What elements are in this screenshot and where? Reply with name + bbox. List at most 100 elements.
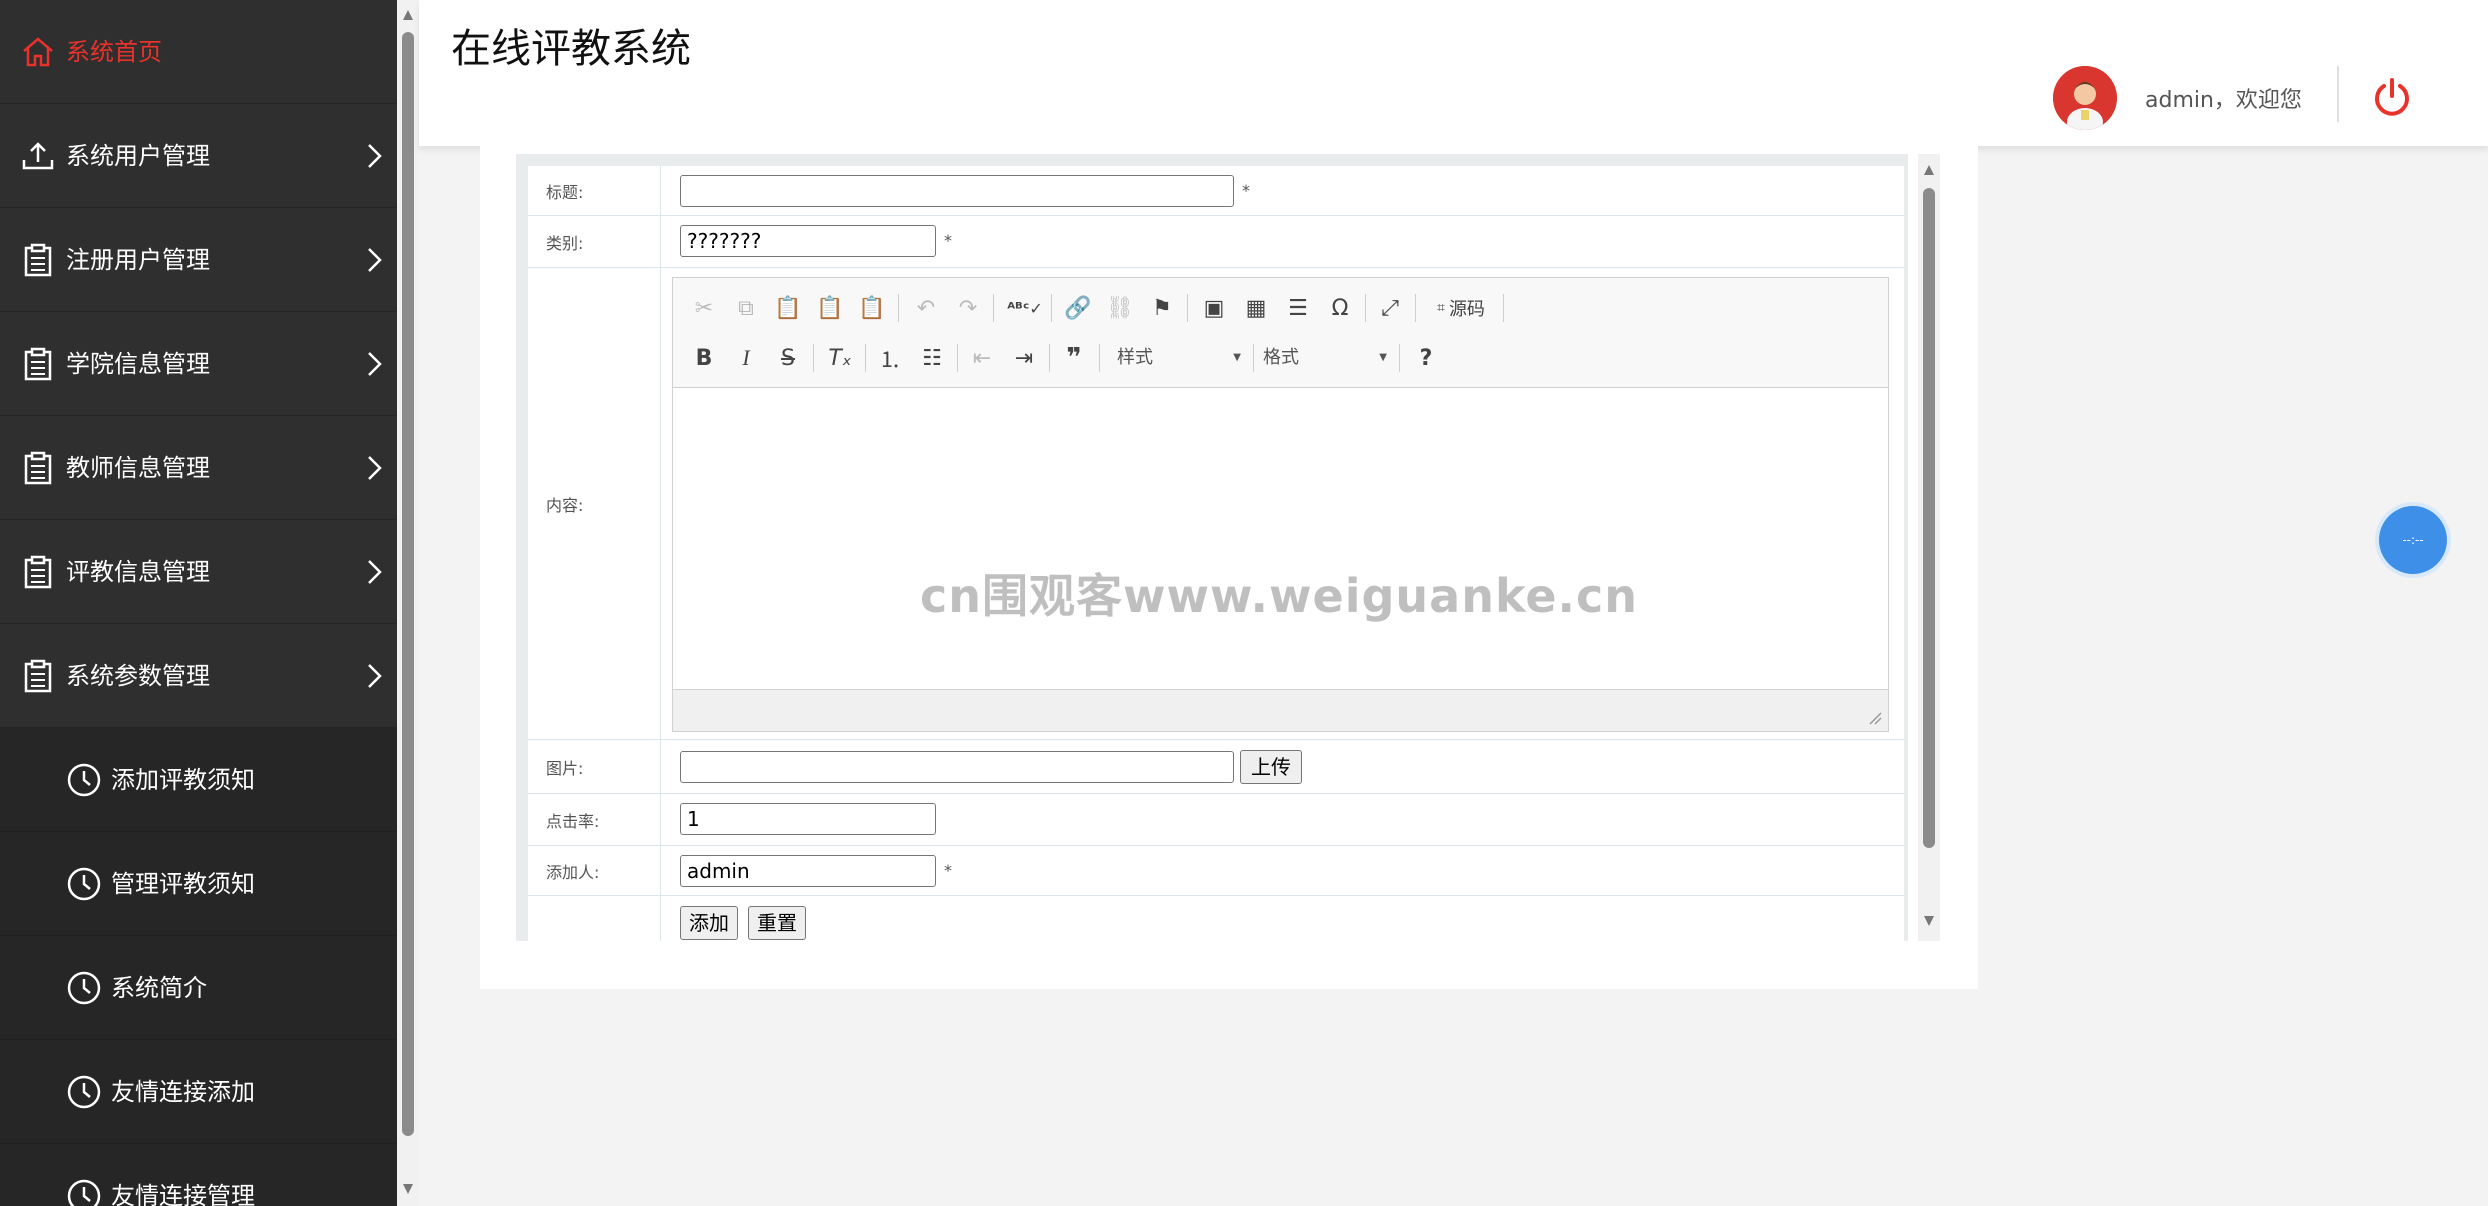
category-select[interactable]: ??????? xyxy=(680,225,936,257)
scroll-up-arrow[interactable] xyxy=(1924,165,1934,175)
table-icon[interactable]: ▦ xyxy=(1239,291,1273,325)
sidebar-item-college-info[interactable]: 学院信息管理 xyxy=(0,312,397,416)
toolbar-separator xyxy=(813,344,814,372)
chevron-down-icon: ▼ xyxy=(1379,352,1387,363)
remove-format-icon[interactable]: Tₓ xyxy=(823,341,857,375)
toolbar-separator xyxy=(1187,294,1188,322)
sidebar-item-teacher-info[interactable]: 教师信息管理 xyxy=(0,416,397,520)
scrollbar-thumb[interactable] xyxy=(402,32,414,1136)
sidebar-item-label: 友情连接管理 xyxy=(111,1182,255,1206)
sidebar-item-label: 系统简介 xyxy=(111,974,207,1002)
adder-input[interactable]: admin xyxy=(680,855,936,887)
image-path-input[interactable] xyxy=(680,751,1234,783)
clock-icon xyxy=(67,971,101,1005)
editor-body[interactable] xyxy=(673,389,1888,689)
anchor-flag-icon[interactable]: ⚑ xyxy=(1145,291,1179,325)
help-icon[interactable]: ? xyxy=(1409,341,1443,375)
toolbar-separator xyxy=(1365,294,1366,322)
sidebar-subitem-manage-notice[interactable]: 管理评教须知 xyxy=(0,832,397,936)
home-icon xyxy=(23,37,53,67)
sidebar-item-label: 添加评教须知 xyxy=(111,766,255,794)
title-label: 标题: xyxy=(528,166,661,215)
horizontal-rule-icon[interactable]: ☰ xyxy=(1281,291,1315,325)
sidebar: 系统首页 系统用户管理 注册用户管理 学院信息管理 教师信息管理 评教信息管理 … xyxy=(0,0,397,1206)
cut-icon[interactable]: ✂ xyxy=(687,291,721,325)
chevron-right-icon xyxy=(368,560,382,584)
sidebar-item-registered-users[interactable]: 注册用户管理 xyxy=(0,208,397,312)
row-title: 标题: * xyxy=(528,166,1904,216)
scroll-down-arrow[interactable] xyxy=(1924,916,1934,926)
upload-icon xyxy=(22,142,54,170)
clock-icon xyxy=(67,763,101,797)
numbered-list-icon[interactable]: ⒈ xyxy=(873,341,907,375)
outdent-icon[interactable]: ⇤ xyxy=(965,341,999,375)
strikethrough-icon[interactable]: S xyxy=(771,341,805,375)
italic-icon[interactable]: I xyxy=(729,341,763,375)
indent-icon[interactable]: ⇥ xyxy=(1007,341,1041,375)
editor-toolbar: ✂ ⧉ 📋 📋 📋 ↶ ↷ ᴬᴮᶜ✓ 🔗 ⛓ ⚑ ▣ ▦ ☰ Ω ⤢ ⌗ 源码 … xyxy=(673,278,1888,388)
avatar[interactable] xyxy=(2053,66,2117,130)
sidebar-item-label: 友情连接添加 xyxy=(111,1078,255,1106)
undo-icon[interactable]: ↶ xyxy=(909,291,943,325)
unlink-icon[interactable]: ⛓ xyxy=(1103,291,1137,325)
sidebar-item-system-users[interactable]: 系统用户管理 xyxy=(0,104,397,208)
form-scrollbar[interactable] xyxy=(1918,154,1940,941)
required-mark: * xyxy=(1242,181,1250,200)
floating-widget[interactable]: --:-- xyxy=(2379,506,2447,574)
upload-button[interactable]: 上传 xyxy=(1240,750,1302,784)
style-combo[interactable]: 样式 ▼ xyxy=(1117,341,1249,375)
avatar-image xyxy=(2053,66,2117,130)
category-label: 类别: xyxy=(528,216,661,267)
toolbar-separator xyxy=(993,294,994,322)
power-icon[interactable] xyxy=(2371,76,2413,118)
content-label: 内容: xyxy=(528,268,661,739)
clipboard-icon xyxy=(24,243,52,277)
link-icon[interactable]: 🔗 xyxy=(1061,291,1095,325)
paste-word-icon[interactable]: 📋 xyxy=(855,291,889,325)
sidebar-item-system-params[interactable]: 系统参数管理 xyxy=(0,624,397,728)
sidebar-item-label: 学院信息管理 xyxy=(66,350,210,378)
chevron-right-icon xyxy=(368,144,382,168)
spellcheck-icon[interactable]: ᴬᴮᶜ✓ xyxy=(1003,291,1047,325)
blockquote-icon[interactable]: ❞ xyxy=(1057,341,1091,375)
sidebar-subitem-system-intro[interactable]: 系统简介 xyxy=(0,936,397,1040)
sidebar-item-label: 注册用户管理 xyxy=(66,246,210,274)
chevron-right-icon xyxy=(368,664,382,688)
sidebar-subitem-add-link[interactable]: 友情连接添加 xyxy=(0,1040,397,1144)
sidebar-subitem-add-notice[interactable]: 添加评教须知 xyxy=(0,728,397,832)
redo-icon[interactable]: ↷ xyxy=(951,291,985,325)
toolbar-separator xyxy=(1099,344,1100,372)
clicks-input[interactable]: 1 xyxy=(680,803,936,835)
paste-text-icon[interactable]: 📋 xyxy=(813,291,847,325)
sidebar-item-label: 系统用户管理 xyxy=(66,142,210,170)
title-input[interactable] xyxy=(680,175,1234,207)
format-combo[interactable]: 格式 ▼ xyxy=(1263,341,1395,375)
clicks-label: 点击率: xyxy=(528,794,661,845)
add-button[interactable]: 添加 xyxy=(680,906,738,940)
maximize-icon[interactable]: ⤢ xyxy=(1373,291,1407,325)
source-button[interactable]: ⌗ 源码 xyxy=(1423,291,1499,325)
clipboard-icon xyxy=(24,347,52,381)
row-category: 类别: ??????? * xyxy=(528,216,1904,268)
chevron-down-icon: ▼ xyxy=(1233,352,1241,363)
row-adder: 添加人: admin * xyxy=(528,846,1904,896)
copy-icon[interactable]: ⧉ xyxy=(729,291,763,325)
sidebar-subitem-manage-link[interactable]: 友情连接管理 xyxy=(0,1144,397,1206)
bold-icon[interactable]: B xyxy=(687,341,721,375)
scrollbar-thumb[interactable] xyxy=(1923,188,1935,848)
resize-handle-icon[interactable] xyxy=(1868,711,1882,725)
paste-icon[interactable]: 📋 xyxy=(771,291,805,325)
scroll-down-arrow[interactable] xyxy=(403,1184,413,1194)
top-header: 在线评教系统 admin，欢迎您 xyxy=(419,0,2488,146)
reset-button[interactable]: 重置 xyxy=(748,906,806,940)
sidebar-item-evaluation-info[interactable]: 评教信息管理 xyxy=(0,520,397,624)
adder-label: 添加人: xyxy=(528,846,661,895)
sidebar-scrollbar[interactable] xyxy=(397,0,419,1206)
bullet-list-icon[interactable]: ☷ xyxy=(915,341,949,375)
image-icon[interactable]: ▣ xyxy=(1197,291,1231,325)
sidebar-item-home[interactable]: 系统首页 xyxy=(0,0,397,104)
editor-footer xyxy=(673,689,1888,731)
scroll-up-arrow[interactable] xyxy=(403,10,413,20)
special-char-icon[interactable]: Ω xyxy=(1323,291,1357,325)
clock-icon xyxy=(67,1179,101,1206)
